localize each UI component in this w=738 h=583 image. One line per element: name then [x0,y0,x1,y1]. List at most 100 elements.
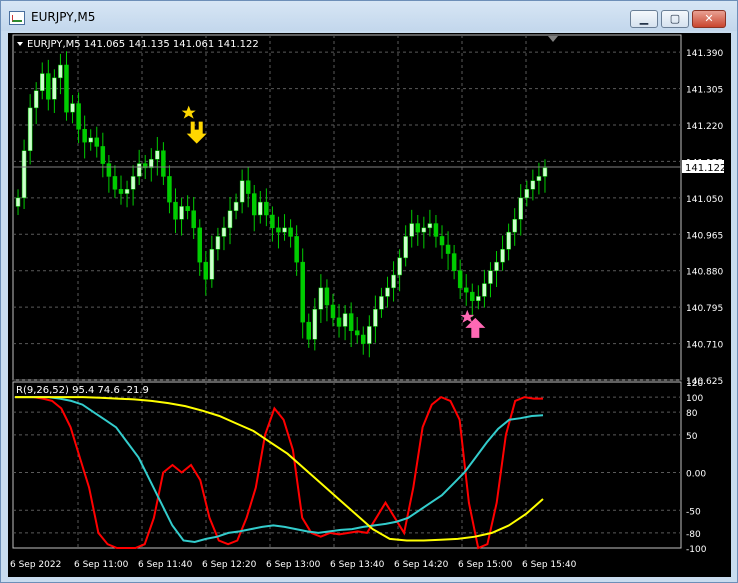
candle-body [451,253,457,271]
candle-body [15,197,21,207]
candle-body [506,231,511,250]
candle-body [64,64,69,113]
x-tick-label: 6 Sep 2022 [10,560,61,570]
candle-body [312,309,318,340]
candle-body [221,227,227,237]
candle-body [58,64,63,79]
candle-body [342,313,348,327]
candle-body [191,210,196,229]
candle-body [482,283,487,297]
candle-body [76,103,81,130]
candle-body [136,163,142,177]
maximize-button[interactable]: ▢ [661,10,689,28]
candle-body [118,189,124,194]
candle-body [197,227,202,263]
candle-body [415,223,421,233]
candle-body [300,261,305,323]
candle-body [433,223,439,237]
candle-body [215,236,221,250]
close-button[interactable]: ✕ [692,10,726,28]
candle-body [518,197,523,220]
candle-body [27,107,33,151]
candle-body [336,317,342,327]
window-title: EURJPY,M5 [31,10,96,24]
candle-body [361,334,366,344]
chart-area[interactable]: 6 Sep 2022 6 Sep 11:00 6 Sep 11:40 6 Sep 12… [8,33,731,577]
candle-body [318,287,324,310]
candle-body [536,176,542,181]
candle-body [409,223,414,237]
x-tick-label: 6 Sep 15:00 [458,560,513,570]
candle-body [167,176,172,203]
candle-body [306,321,312,340]
price-tick-label: 141.220 [686,122,723,132]
candle-body [258,201,263,216]
chart-app-icon [9,11,25,25]
candle-body [500,249,505,263]
candle-body [161,150,166,177]
grid [13,35,681,548]
candle-body [130,176,136,190]
candle-body [155,150,160,160]
price-tick-label: 140.710 [686,341,723,351]
candle-body [46,73,51,100]
candle-body [106,163,112,177]
candle-body [457,270,463,289]
indicator-header: R(9,26,52) 95.4 74.6 -21.9 [16,385,149,396]
candle-body [354,330,360,336]
chart-shift-marker-icon[interactable] [548,36,558,42]
main-chart-header: EURJPY,M5 141.065 141.135 141.061 141.12… [27,39,259,50]
indicator-tick-label: -50 [686,507,701,517]
candle-body [40,73,45,91]
buy-arrow-icon [465,317,486,338]
candle-body [445,244,451,254]
candle-body [282,227,287,233]
current-price-label: 141.122 [685,163,726,174]
candle-body [348,313,354,331]
candle-body [488,270,493,284]
candle-body [524,189,530,199]
price-tick-label: 141.390 [686,49,723,59]
candle-body [463,287,469,293]
x-tick-label: 6 Sep 12:20 [202,560,257,570]
x-tick-label: 6 Sep 13:40 [330,560,385,570]
minimize-button[interactable]: ▁ [630,10,658,28]
candle-body [367,326,372,344]
candle-body [373,309,378,327]
candle-body [82,129,87,143]
price-tick-label: 141.305 [686,86,723,96]
indicator-tick-label: 0.00 [686,470,706,480]
candle-body [233,201,239,211]
price-tick-label: 140.795 [686,304,723,314]
price-tick-label: 140.965 [686,231,723,241]
title-bar[interactable]: EURJPY,M5 ▁ ▢ ✕ [1,1,737,31]
price-tick-label: 140.880 [686,268,723,278]
candle-body [512,219,517,233]
candle-body [270,214,275,229]
x-tick-label: 6 Sep 11:00 [74,560,129,570]
indicator-panel-frame [12,381,682,549]
candle-body [476,296,481,301]
candle-body [185,206,190,211]
indicator-tick-label: 120 [686,379,703,389]
x-tick-label: 6 Sep 14:20 [394,560,449,570]
candle-body [379,296,384,310]
candle-body [179,206,184,220]
close-icon: ✕ [704,12,714,25]
candle-body [88,137,93,143]
candle-body [245,180,251,194]
symbol-dropdown-icon[interactable] [17,42,23,46]
x-tick-label: 6 Sep 15:40 [522,560,577,570]
sell-star-icon [181,105,196,119]
candle-body [100,146,106,164]
candle-body [439,236,445,246]
candle-body [264,201,269,216]
candle-body [94,137,100,147]
candle-body [173,201,178,220]
x-tick-label: 6 Sep 13:00 [266,560,321,570]
candle-body [239,180,245,203]
candle-body [203,261,209,280]
candle-body [52,77,57,100]
chart-svg[interactable]: 6 Sep 2022 6 Sep 11:00 6 Sep 11:40 6 Sep 12… [8,33,731,577]
candle-body [403,236,408,259]
